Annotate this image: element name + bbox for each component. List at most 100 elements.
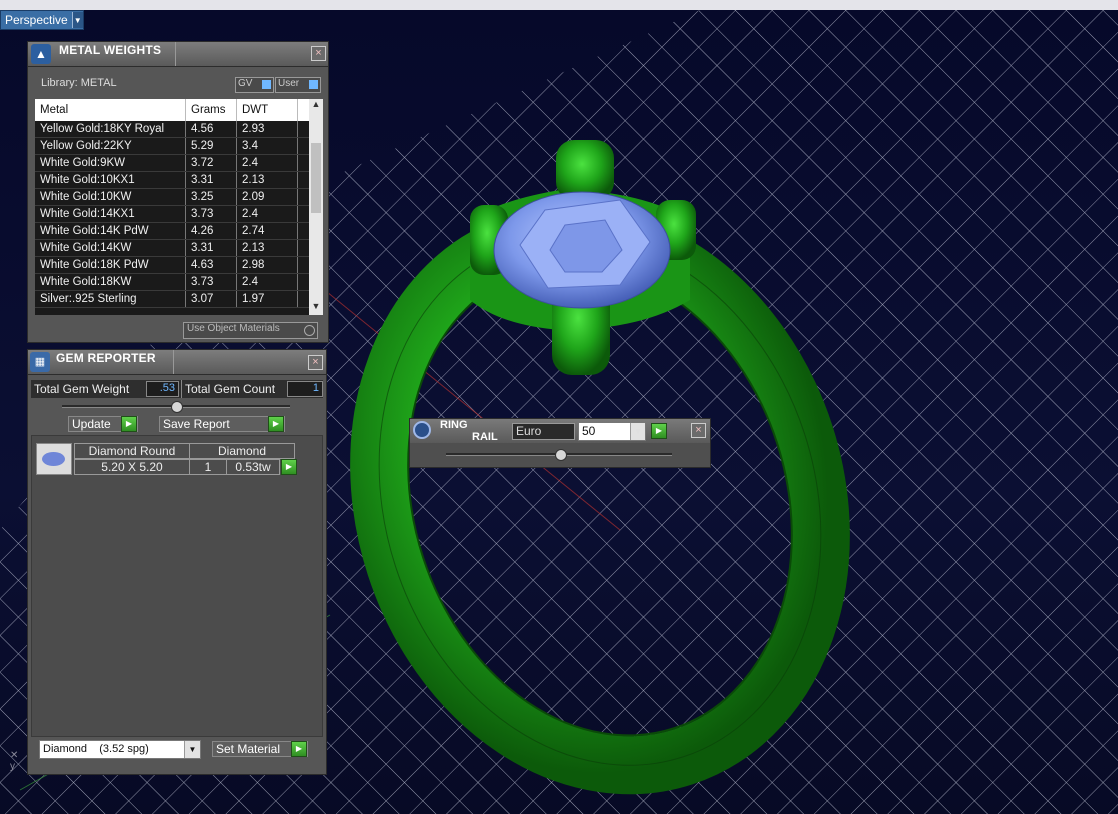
table-row[interactable]: White Gold:14KX1 3.73 2.4 bbox=[35, 205, 323, 223]
cell-metal: White Gold:18KW bbox=[35, 273, 186, 291]
axis-indicator: ✕ y bbox=[10, 750, 19, 772]
scroll-down-icon[interactable]: ▼ bbox=[309, 301, 323, 315]
gem-count: 1 bbox=[189, 459, 227, 475]
ring-rail-titlebar[interactable]: RING RAIL Euro 50 ▼ ▶ × bbox=[410, 419, 710, 443]
table-row[interactable]: Yellow Gold:18KY Royal 4.56 2.93 bbox=[35, 121, 323, 138]
chevron-down-icon[interactable]: ▼ bbox=[184, 741, 200, 758]
toggle-indicator-icon bbox=[262, 80, 271, 89]
set-material-button[interactable]: Set Material ▶ bbox=[212, 741, 308, 757]
toggle-indicator-icon bbox=[304, 325, 315, 336]
update-button[interactable]: Update ▶ bbox=[68, 416, 138, 432]
metal-table: Metal Grams DWT Yellow Gold:18KY Royal 4.… bbox=[35, 99, 323, 308]
field-divider bbox=[181, 380, 182, 398]
cell-dwt: 2.74 bbox=[236, 222, 298, 240]
gem-list: Diamond Round Diamond 5.20 X 5.20 1 0.53… bbox=[31, 435, 323, 737]
viewport-view-selector[interactable]: Perspective ▼ bbox=[0, 10, 84, 30]
metal-table-container: Metal Grams DWT Yellow Gold:18KY Royal 4.… bbox=[35, 99, 323, 315]
total-gem-weight-label: Total Gem Weight bbox=[34, 382, 130, 396]
apply-arrow-icon[interactable]: ▶ bbox=[651, 423, 667, 439]
gem-reporter-panel: ▦ GEM REPORTER × Total Gem Weight .53 To… bbox=[27, 349, 327, 775]
scroll-up-icon[interactable]: ▲ bbox=[309, 99, 323, 113]
slider-knob[interactable] bbox=[555, 449, 567, 461]
table-row[interactable]: White Gold:14K PdW 4.26 2.74 bbox=[35, 222, 323, 240]
ring-rail-icon bbox=[413, 421, 431, 439]
gem-list-item[interactable]: Diamond Round Diamond 5.20 X 5.20 1 0.53… bbox=[36, 441, 298, 475]
ring-rail-panel: RING RAIL Euro 50 ▼ ▶ × bbox=[409, 418, 711, 468]
play-icon: ▶ bbox=[121, 416, 137, 432]
user-toggle-label: User bbox=[278, 78, 300, 89]
gv-toggle[interactable]: GV bbox=[235, 77, 274, 93]
cell-grams: 3.73 bbox=[185, 273, 237, 291]
use-object-materials-label: Use Object Materials bbox=[187, 323, 280, 334]
cell-grams: 3.07 bbox=[185, 290, 237, 308]
table-row[interactable]: White Gold:18KW 3.73 2.4 bbox=[35, 273, 323, 291]
save-report-button[interactable]: Save Report ▶ bbox=[159, 416, 285, 432]
slider-knob[interactable] bbox=[171, 401, 183, 413]
metal-weights-panel: ▲ METAL WEIGHTS × Library: METAL GV User… bbox=[27, 41, 329, 343]
close-icon[interactable]: × bbox=[311, 46, 326, 61]
cell-metal: Silver:.925 Sterling bbox=[35, 290, 186, 308]
play-icon: ▶ bbox=[291, 741, 307, 757]
cell-metal: White Gold:10KW bbox=[35, 188, 186, 206]
total-gem-weight-field[interactable]: .53 bbox=[146, 381, 179, 397]
cell-dwt: 2.93 bbox=[236, 121, 298, 138]
column-header-dwt[interactable]: DWT bbox=[236, 99, 298, 121]
table-row[interactable]: White Gold:9KW 3.72 2.4 bbox=[35, 154, 323, 172]
metal-weights-title: METAL WEIGHTS bbox=[59, 43, 162, 57]
gem-size: 5.20 X 5.20 bbox=[74, 459, 190, 475]
gem-material: Diamond bbox=[189, 443, 295, 459]
save-report-button-label: Save Report bbox=[163, 417, 230, 431]
table-row[interactable]: White Gold:10KW 3.25 2.09 bbox=[35, 188, 323, 206]
scrollbar-thumb[interactable] bbox=[311, 143, 321, 213]
cell-dwt: 2.4 bbox=[236, 205, 298, 223]
gem-reporter-icon: ▦ bbox=[30, 352, 50, 372]
cell-metal: White Gold:14KX1 bbox=[35, 205, 186, 223]
total-gem-count-label: Total Gem Count bbox=[185, 382, 276, 396]
cell-dwt: 2.4 bbox=[236, 154, 298, 172]
table-row[interactable]: White Gold:14KW 3.31 2.13 bbox=[35, 239, 323, 257]
metal-weights-titlebar[interactable]: ▲ METAL WEIGHTS × bbox=[28, 42, 328, 67]
ring-standard-field[interactable]: Euro bbox=[512, 423, 575, 440]
column-header-metal[interactable]: Metal bbox=[35, 99, 186, 121]
user-toggle[interactable]: User bbox=[275, 77, 321, 93]
update-button-label: Update bbox=[72, 417, 111, 431]
cell-grams: 3.31 bbox=[185, 171, 237, 189]
table-row[interactable]: Silver:.925 Sterling 3.07 1.97 bbox=[35, 290, 323, 308]
use-object-materials-button[interactable]: Use Object Materials bbox=[183, 322, 318, 339]
gem-shape: Diamond Round bbox=[74, 443, 190, 459]
cell-metal: White Gold:18K PdW bbox=[35, 256, 186, 274]
chevron-down-icon[interactable]: ▼ bbox=[71, 12, 83, 28]
set-material-button-label: Set Material bbox=[216, 742, 281, 756]
gem-thumbnail bbox=[36, 443, 72, 475]
chevron-down-icon[interactable]: ▼ bbox=[630, 423, 645, 440]
cell-grams: 5.29 bbox=[185, 137, 237, 155]
close-icon[interactable]: × bbox=[308, 355, 323, 370]
metal-table-scrollbar[interactable]: ▲ ▼ bbox=[309, 99, 323, 315]
table-row[interactable]: White Gold:18K PdW 4.63 2.98 bbox=[35, 256, 323, 274]
cell-grams: 3.25 bbox=[185, 188, 237, 206]
table-row[interactable]: White Gold:10KX1 3.31 2.13 bbox=[35, 171, 323, 189]
ring-rail-title-line1: RING bbox=[440, 419, 468, 431]
gem-detail-arrow-icon[interactable]: ▶ bbox=[281, 459, 297, 475]
gem-reporter-titlebar[interactable]: ▦ GEM REPORTER × bbox=[28, 350, 326, 375]
diamond-icon bbox=[42, 452, 65, 466]
gem-weight: 0.53tw bbox=[226, 459, 280, 475]
total-gem-count-field[interactable]: 1 bbox=[287, 381, 323, 397]
cell-dwt: 3.4 bbox=[236, 137, 298, 155]
gem-totals-row: Total Gem Weight .53 Total Gem Count 1 bbox=[31, 380, 323, 398]
cell-dwt: 2.13 bbox=[236, 239, 298, 257]
column-header-grams[interactable]: Grams bbox=[185, 99, 237, 121]
table-row[interactable]: Yellow Gold:22KY 5.29 3.4 bbox=[35, 137, 323, 155]
ring-size-select[interactable]: 50 ▼ bbox=[578, 422, 646, 441]
diamond-gem[interactable] bbox=[493, 191, 671, 309]
library-label: Library: METAL bbox=[41, 77, 117, 89]
cell-grams: 4.56 bbox=[185, 121, 237, 138]
cell-grams: 3.31 bbox=[185, 239, 237, 257]
material-select[interactable]: Diamond (3.52 spg) ▼ bbox=[39, 740, 201, 759]
title-divider bbox=[175, 42, 176, 66]
cell-dwt: 2.98 bbox=[236, 256, 298, 274]
ring-size-value: 50 bbox=[582, 424, 596, 438]
title-divider bbox=[173, 350, 174, 374]
close-icon[interactable]: × bbox=[691, 423, 706, 438]
ring-rail-title-line2: RAIL bbox=[472, 431, 498, 443]
